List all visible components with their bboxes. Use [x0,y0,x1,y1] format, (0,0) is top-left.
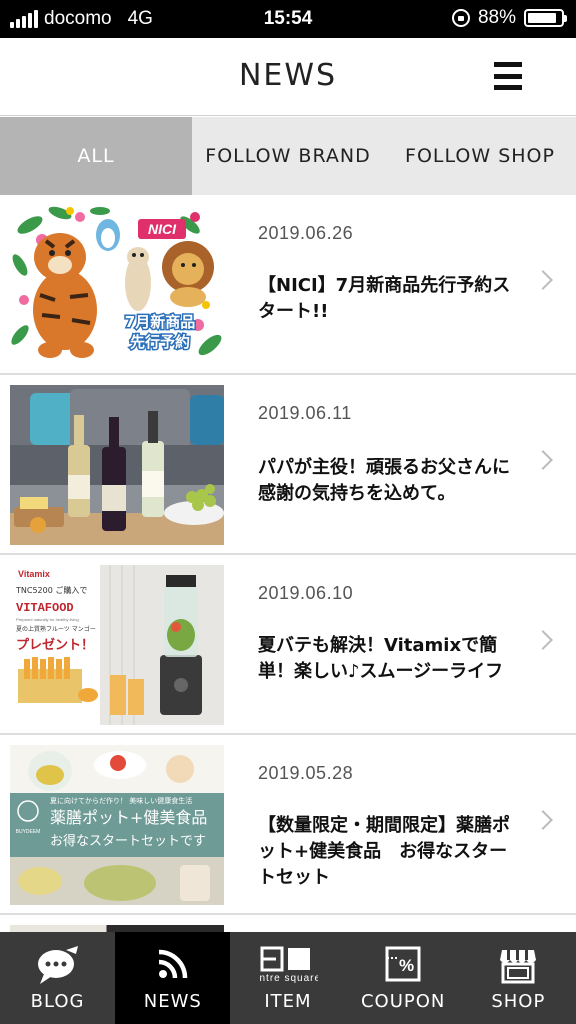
news-item[interactable]: Vitamix TNC5200 ご購入で VITAFOOD Prepared n… [0,555,576,735]
vitamix-line3: Prepared naturally for healthy living [16,617,79,622]
chevron-right-icon [533,810,553,830]
news-title: 夏バテも解決！Vitamixで簡単！楽しい♪スムージーライフ [258,635,504,682]
news-title: パパが主役！頑張るお父さんに感謝の気持ちを込めて。 [258,457,510,504]
bottom-nav: BLOG NEWS entre square ITEM [0,932,576,1024]
svg-text:先行予約: 先行予約 [130,333,190,351]
orientation-lock-icon [451,9,470,27]
svg-text:7月新商品: 7月新商品 [125,313,195,331]
news-title: 【数量限定・期間限定】薬膳ポット+健美食品 お得なスタートセット [258,815,510,888]
coupon-ticket-icon: % [383,946,423,989]
nav-news[interactable]: NEWS [115,932,231,1024]
nav-label: BLOG [30,991,85,1012]
news-item[interactable]: 2019.06.11 パパが主役！頑張るお父さんに感謝の気持ちを込めて。 [0,375,576,555]
nav-coupon[interactable]: % COUPON [346,932,461,1024]
vitamix-line1: TNC5200 ご購入で [15,585,87,595]
nav-item[interactable]: entre square ITEM [230,932,345,1024]
news-date: 2019.06.10 [258,583,354,603]
entre-square-text: entre square [258,973,318,984]
news-date: 2019.06.26 [258,223,354,243]
battery-icon [524,9,567,27]
status-right: 88% [451,7,567,29]
shop-storefront-icon [498,946,538,989]
nav-label: COUPON [360,991,446,1012]
svg-text:%: % [399,956,415,975]
nav-blog[interactable]: BLOG [0,932,115,1024]
news-rss-icon [155,946,191,987]
battery-percent: 88% [477,7,516,28]
buydeem-line2: お得なスタートセットです [50,833,206,849]
page-title: NEWS [238,58,338,93]
tab-follow-shop[interactable]: FOLLOW SHOP [384,117,576,195]
news-date: 2019.06.11 [258,403,352,423]
chevron-right-icon [533,450,553,470]
buydeem-brand-text: BUYDEEM [16,829,41,835]
buydeem-line1: 薬膳ポット+健美食品 [50,808,207,827]
news-item[interactable] [0,915,576,932]
hamburger-icon[interactable] [494,62,522,90]
app-header: NEWS [0,38,576,116]
news-thumbnail [10,925,224,932]
news-item[interactable]: BUYDEEM 夏に向けてからだ作り！ 美味しい健康食生活 薬膳ポット+健美食品… [0,735,576,915]
news-item[interactable]: NICI 7月新商品 先行予約 2019.06.26 【NICI】7月新商品先行… [0,195,576,375]
nav-label: NEWS [143,991,202,1012]
chevron-right-icon [533,270,553,290]
entre-square-item-icon: entre square [253,946,320,989]
nav-shop[interactable]: SHOP [461,932,576,1024]
status-bar: docomo 4G 15:54 88% [0,0,576,38]
news-title: 【NICI】7月新商品先行予約スタート!! [258,275,511,322]
vitamix-brand-text: Vitamix [18,569,50,579]
news-filter-tabs: ALL FOLLOW BRAND FOLLOW SHOP [0,117,576,195]
buydeem-tag: 夏に向けてからだ作り！ 美味しい健康食生活 [50,796,192,805]
vitamix-line5: プレゼント！ [16,637,94,653]
nav-label: ITEM [264,991,312,1012]
news-thumbnail-nici: NICI 7月新商品 先行予約 [10,205,224,365]
chevron-right-icon [533,630,553,650]
news-thumbnail-wine [10,385,224,545]
vitamix-line4: 夏の上質熟フルーツ マンゴー [16,625,96,633]
nav-label: SHOP [491,991,546,1012]
tab-follow-brand[interactable]: FOLLOW BRAND [192,117,384,195]
vitamix-line2: VITAFOOD [16,601,74,615]
blog-speech-bubble-icon [36,946,80,991]
tab-all[interactable]: ALL [0,117,192,195]
news-thumbnail-vitamix: Vitamix TNC5200 ご購入で VITAFOOD Prepared n… [10,565,224,725]
news-date: 2019.05.28 [258,763,354,783]
news-thumbnail-buydeem: BUYDEEM 夏に向けてからだ作り！ 美味しい健康食生活 薬膳ポット+健美食品… [10,745,224,905]
news-list: NICI 7月新商品 先行予約 2019.06.26 【NICI】7月新商品先行… [0,195,576,932]
nici-logo-text: NICI [148,221,177,237]
